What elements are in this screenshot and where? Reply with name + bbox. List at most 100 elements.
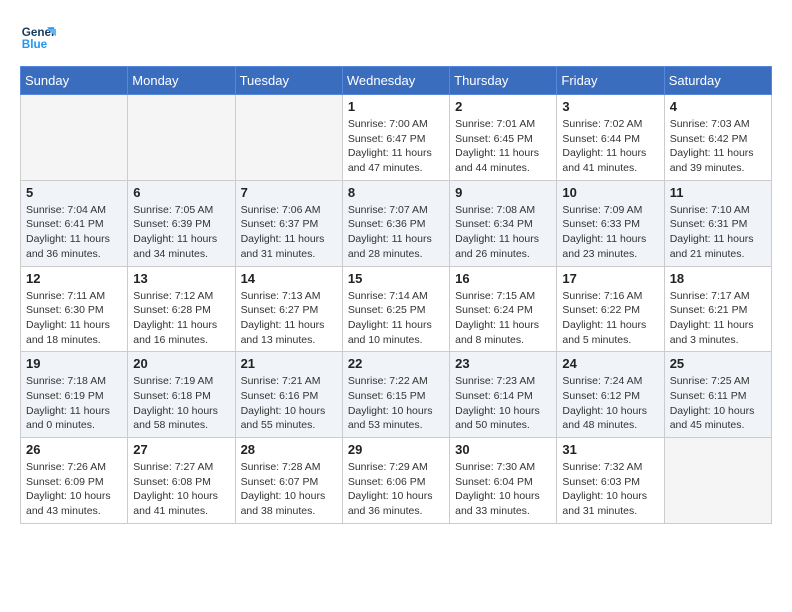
calendar-cell bbox=[235, 95, 342, 181]
calendar-cell: 12 Sunrise: 7:11 AM Sunset: 6:30 PM Dayli… bbox=[21, 266, 128, 352]
day-number: 6 bbox=[133, 185, 229, 200]
day-number: 19 bbox=[26, 356, 122, 371]
calendar-cell bbox=[128, 95, 235, 181]
day-info: Sunrise: 7:00 AM Sunset: 6:47 PM Dayligh… bbox=[348, 117, 444, 176]
weekday-header-wednesday: Wednesday bbox=[342, 67, 449, 95]
page-header: General Blue bbox=[20, 20, 772, 56]
day-number: 12 bbox=[26, 271, 122, 286]
calendar-cell: 26 Sunrise: 7:26 AM Sunset: 6:09 PM Dayli… bbox=[21, 438, 128, 524]
day-number: 20 bbox=[133, 356, 229, 371]
day-number: 3 bbox=[562, 99, 658, 114]
calendar-cell: 1Sunrise: 7:00 AM Sunset: 6:47 PM Daylig… bbox=[342, 95, 449, 181]
calendar-cell: 6 Sunrise: 7:05 AM Sunset: 6:39 PM Daylig… bbox=[128, 180, 235, 266]
day-number: 13 bbox=[133, 271, 229, 286]
day-info: Sunrise: 7:17 AM Sunset: 6:21 PM Dayligh… bbox=[670, 289, 766, 348]
day-info: Sunrise: 7:18 AM Sunset: 6:19 PM Dayligh… bbox=[26, 374, 122, 433]
calendar-cell: 28 Sunrise: 7:28 AM Sunset: 6:07 PM Dayli… bbox=[235, 438, 342, 524]
calendar-cell: 20 Sunrise: 7:19 AM Sunset: 6:18 PM Dayli… bbox=[128, 352, 235, 438]
day-number: 22 bbox=[348, 356, 444, 371]
day-info: Sunrise: 7:04 AM Sunset: 6:41 PM Dayligh… bbox=[26, 203, 122, 262]
day-info: Sunrise: 7:16 AM Sunset: 6:22 PM Dayligh… bbox=[562, 289, 658, 348]
day-info: Sunrise: 7:12 AM Sunset: 6:28 PM Dayligh… bbox=[133, 289, 229, 348]
day-info: Sunrise: 7:32 AM Sunset: 6:03 PM Dayligh… bbox=[562, 460, 658, 519]
day-number: 16 bbox=[455, 271, 551, 286]
day-number: 26 bbox=[26, 442, 122, 457]
calendar-cell: 2 Sunrise: 7:01 AM Sunset: 6:45 PM Daylig… bbox=[450, 95, 557, 181]
calendar-table: SundayMondayTuesdayWednesdayThursdayFrid… bbox=[20, 66, 772, 524]
day-info: Sunrise: 7:03 AM Sunset: 6:42 PM Dayligh… bbox=[670, 117, 766, 176]
logo: General Blue bbox=[20, 20, 56, 56]
day-number: 17 bbox=[562, 271, 658, 286]
day-number: 31 bbox=[562, 442, 658, 457]
weekday-header-monday: Monday bbox=[128, 67, 235, 95]
day-info: Sunrise: 7:21 AM Sunset: 6:16 PM Dayligh… bbox=[241, 374, 337, 433]
svg-text:Blue: Blue bbox=[22, 38, 48, 51]
calendar-cell: 29 Sunrise: 7:29 AM Sunset: 6:06 PM Dayli… bbox=[342, 438, 449, 524]
day-info: Sunrise: 7:23 AM Sunset: 6:14 PM Dayligh… bbox=[455, 374, 551, 433]
calendar-cell: 4 Sunrise: 7:03 AM Sunset: 6:42 PM Daylig… bbox=[664, 95, 771, 181]
day-number: 2 bbox=[455, 99, 551, 114]
day-info: Sunrise: 7:24 AM Sunset: 6:12 PM Dayligh… bbox=[562, 374, 658, 433]
day-number: 24 bbox=[562, 356, 658, 371]
calendar-cell: 14 Sunrise: 7:13 AM Sunset: 6:27 PM Dayli… bbox=[235, 266, 342, 352]
day-info: Sunrise: 7:26 AM Sunset: 6:09 PM Dayligh… bbox=[26, 460, 122, 519]
calendar-cell bbox=[664, 438, 771, 524]
day-number: 23 bbox=[455, 356, 551, 371]
day-number: 14 bbox=[241, 271, 337, 286]
calendar-week-row: 19 Sunrise: 7:18 AM Sunset: 6:19 PM Dayli… bbox=[21, 352, 772, 438]
calendar-cell: 19 Sunrise: 7:18 AM Sunset: 6:19 PM Dayli… bbox=[21, 352, 128, 438]
day-info: Sunrise: 7:29 AM Sunset: 6:06 PM Dayligh… bbox=[348, 460, 444, 519]
calendar-cell: 18Sunrise: 7:17 AM Sunset: 6:21 PM Dayli… bbox=[664, 266, 771, 352]
calendar-cell: 11 Sunrise: 7:10 AM Sunset: 6:31 PM Dayli… bbox=[664, 180, 771, 266]
day-info: Sunrise: 7:11 AM Sunset: 6:30 PM Dayligh… bbox=[26, 289, 122, 348]
day-number: 21 bbox=[241, 356, 337, 371]
calendar-cell bbox=[21, 95, 128, 181]
calendar-week-row: 1Sunrise: 7:00 AM Sunset: 6:47 PM Daylig… bbox=[21, 95, 772, 181]
day-info: Sunrise: 7:06 AM Sunset: 6:37 PM Dayligh… bbox=[241, 203, 337, 262]
day-info: Sunrise: 7:02 AM Sunset: 6:44 PM Dayligh… bbox=[562, 117, 658, 176]
calendar-cell: 27Sunrise: 7:27 AM Sunset: 6:08 PM Dayli… bbox=[128, 438, 235, 524]
calendar-cell: 25 Sunrise: 7:25 AM Sunset: 6:11 PM Dayli… bbox=[664, 352, 771, 438]
weekday-header-saturday: Saturday bbox=[664, 67, 771, 95]
day-number: 29 bbox=[348, 442, 444, 457]
weekday-header-tuesday: Tuesday bbox=[235, 67, 342, 95]
calendar-cell: 30 Sunrise: 7:30 AM Sunset: 6:04 PM Dayli… bbox=[450, 438, 557, 524]
day-info: Sunrise: 7:19 AM Sunset: 6:18 PM Dayligh… bbox=[133, 374, 229, 433]
weekday-header-thursday: Thursday bbox=[450, 67, 557, 95]
calendar-cell: 24 Sunrise: 7:24 AM Sunset: 6:12 PM Dayli… bbox=[557, 352, 664, 438]
day-info: Sunrise: 7:05 AM Sunset: 6:39 PM Dayligh… bbox=[133, 203, 229, 262]
weekday-header-row: SundayMondayTuesdayWednesdayThursdayFrid… bbox=[21, 67, 772, 95]
day-number: 10 bbox=[562, 185, 658, 200]
day-number: 25 bbox=[670, 356, 766, 371]
day-number: 15 bbox=[348, 271, 444, 286]
day-info: Sunrise: 7:25 AM Sunset: 6:11 PM Dayligh… bbox=[670, 374, 766, 433]
day-info: Sunrise: 7:07 AM Sunset: 6:36 PM Dayligh… bbox=[348, 203, 444, 262]
day-info: Sunrise: 7:01 AM Sunset: 6:45 PM Dayligh… bbox=[455, 117, 551, 176]
day-number: 5 bbox=[26, 185, 122, 200]
calendar-cell: 22Sunrise: 7:22 AM Sunset: 6:15 PM Dayli… bbox=[342, 352, 449, 438]
calendar-cell: 10Sunrise: 7:09 AM Sunset: 6:33 PM Dayli… bbox=[557, 180, 664, 266]
calendar-cell: 5 Sunrise: 7:04 AM Sunset: 6:41 PM Daylig… bbox=[21, 180, 128, 266]
day-number: 4 bbox=[670, 99, 766, 114]
calendar-cell: 17 Sunrise: 7:16 AM Sunset: 6:22 PM Dayli… bbox=[557, 266, 664, 352]
calendar-cell: 23 Sunrise: 7:23 AM Sunset: 6:14 PM Dayli… bbox=[450, 352, 557, 438]
day-info: Sunrise: 7:14 AM Sunset: 6:25 PM Dayligh… bbox=[348, 289, 444, 348]
day-number: 28 bbox=[241, 442, 337, 457]
day-info: Sunrise: 7:15 AM Sunset: 6:24 PM Dayligh… bbox=[455, 289, 551, 348]
day-info: Sunrise: 7:10 AM Sunset: 6:31 PM Dayligh… bbox=[670, 203, 766, 262]
calendar-week-row: 12 Sunrise: 7:11 AM Sunset: 6:30 PM Dayli… bbox=[21, 266, 772, 352]
day-info: Sunrise: 7:13 AM Sunset: 6:27 PM Dayligh… bbox=[241, 289, 337, 348]
calendar-cell: 8 Sunrise: 7:07 AM Sunset: 6:36 PM Daylig… bbox=[342, 180, 449, 266]
day-number: 27 bbox=[133, 442, 229, 457]
day-number: 11 bbox=[670, 185, 766, 200]
day-info: Sunrise: 7:30 AM Sunset: 6:04 PM Dayligh… bbox=[455, 460, 551, 519]
calendar-cell: 31 Sunrise: 7:32 AM Sunset: 6:03 PM Dayli… bbox=[557, 438, 664, 524]
calendar-cell: 9Sunrise: 7:08 AM Sunset: 6:34 PM Daylig… bbox=[450, 180, 557, 266]
day-number: 30 bbox=[455, 442, 551, 457]
day-number: 9 bbox=[455, 185, 551, 200]
weekday-header-friday: Friday bbox=[557, 67, 664, 95]
calendar-week-row: 5 Sunrise: 7:04 AM Sunset: 6:41 PM Daylig… bbox=[21, 180, 772, 266]
calendar-cell: 7Sunrise: 7:06 AM Sunset: 6:37 PM Daylig… bbox=[235, 180, 342, 266]
day-number: 8 bbox=[348, 185, 444, 200]
day-info: Sunrise: 7:28 AM Sunset: 6:07 PM Dayligh… bbox=[241, 460, 337, 519]
